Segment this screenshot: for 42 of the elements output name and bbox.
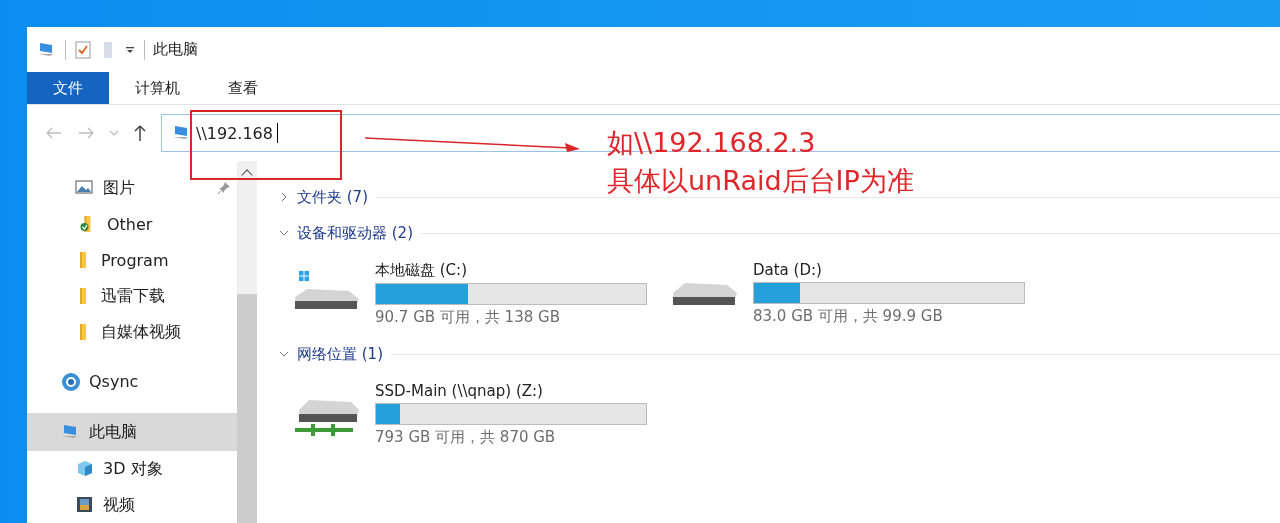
- nav-item[interactable]: 3D 对象: [27, 451, 237, 487]
- film-icon: [75, 495, 95, 515]
- drive-name[interactable]: SSD-Main (\\qnap) (Z:): [375, 382, 647, 400]
- drive-icon: [671, 280, 739, 307]
- ribbon-tab[interactable]: 文件: [27, 72, 109, 104]
- nav-item[interactable]: 迅雷下载: [27, 278, 237, 315]
- properties-icon[interactable]: [74, 39, 92, 60]
- sync-icon: [61, 371, 81, 392]
- chevron-down-icon[interactable]: [279, 349, 289, 359]
- annotation-text: 具体以unRaid后台IP为准: [607, 164, 914, 198]
- chevron-right-icon[interactable]: [279, 192, 289, 202]
- drive-info: 90.7 GB 可用，共 138 GB: [375, 307, 561, 327]
- drive-name[interactable]: 本地磁盘 (C:): [375, 260, 647, 280]
- folder-icon: [80, 288, 86, 305]
- nav-item[interactable]: 此电脑: [27, 413, 237, 451]
- folder-check-icon: [80, 215, 92, 233]
- group-header[interactable]: 文件夹 (7): [297, 187, 368, 207]
- nav-item[interactable]: 自媒体视频: [27, 314, 237, 351]
- back-arrow-icon[interactable]: [45, 126, 63, 140]
- folder-icon: [80, 324, 86, 341]
- cube-icon: [75, 459, 95, 479]
- drive-name[interactable]: Data (D:): [753, 261, 1025, 279]
- drive-info: 83.0 GB 可用，共 99.9 GB: [753, 307, 944, 326]
- scrollbar-thumb[interactable]: [237, 294, 257, 523]
- window-title: 此电脑: [153, 40, 198, 59]
- chevron-down-icon[interactable]: [109, 129, 119, 137]
- scrollbar[interactable]: [237, 161, 257, 523]
- nav-item[interactable]: Qsync: [27, 363, 237, 400]
- address-field[interactable]: \\192.168: [161, 114, 561, 152]
- annotation-text: 如\\192.168.2.3: [607, 126, 817, 160]
- folder-icon: [80, 252, 86, 269]
- nav-item[interactable]: Other: [27, 206, 237, 243]
- nav-item[interactable]: Program: [27, 242, 237, 279]
- group-header[interactable]: 设备和驱动器 (2): [297, 223, 413, 243]
- up-arrow-icon[interactable]: [133, 124, 147, 142]
- forward-arrow-icon[interactable]: [77, 126, 95, 140]
- chevron-down-icon[interactable]: [279, 228, 289, 238]
- group-header[interactable]: 网络位置 (1): [297, 344, 383, 364]
- nav-item[interactable]: 图片: [27, 170, 237, 207]
- drive-info: 793 GB 可用，共 870 GB: [375, 428, 557, 447]
- nav-item[interactable]: 视频: [27, 487, 237, 523]
- pin-icon[interactable]: [217, 181, 231, 196]
